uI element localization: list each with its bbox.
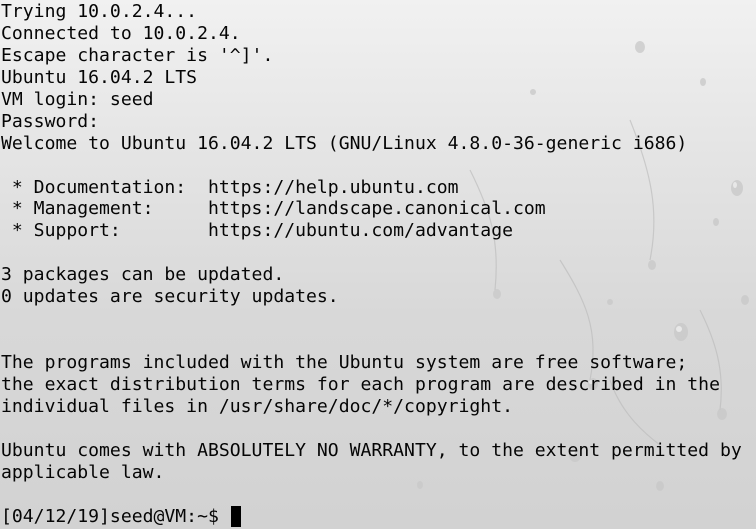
terminal-line: Password: bbox=[1, 110, 100, 132]
terminal-line: Connected to 10.0.2.4. bbox=[1, 22, 241, 44]
terminal-line: The programs included with the Ubuntu sy… bbox=[1, 352, 688, 373]
terminal-line: Welcome to Ubuntu 16.04.2 LTS (GNU/Linux… bbox=[1, 132, 688, 154]
terminal-line: * Support: https://ubuntu.com/advantage bbox=[1, 220, 513, 242]
terminal-line: Trying 10.0.2.4... bbox=[1, 1, 198, 22]
shell-prompt-line[interactable]: [04/12/19]seed@VM:~$ bbox=[1, 506, 756, 528]
terminal-line: applicable law. bbox=[1, 461, 165, 483]
terminal-line: Ubuntu comes with ABSOLUTELY NO WARRANTY… bbox=[1, 439, 742, 461]
terminal-line: * Documentation: https://help.ubuntu.com bbox=[1, 176, 459, 198]
terminal-line: Ubuntu 16.04.2 LTS bbox=[1, 66, 198, 88]
terminal-line: * Management: https://landscape.canonica… bbox=[1, 198, 546, 220]
terminal-line: 0 updates are security updates. bbox=[1, 286, 339, 308]
terminal-line: VM login: seed bbox=[1, 88, 154, 110]
terminal-output[interactable]: Trying 10.0.2.4... Connected to 10.0.2.4… bbox=[1, 1, 756, 528]
terminal-line: individual files in /usr/share/doc/*/cop… bbox=[1, 395, 513, 417]
terminal-line: Escape character is '^]'. bbox=[1, 44, 274, 66]
terminal-line: the exact distribution terms for each pr… bbox=[1, 373, 720, 395]
shell-prompt: [04/12/19]seed@VM:~$ bbox=[1, 505, 230, 527]
terminal-cursor[interactable] bbox=[230, 506, 241, 528]
terminal-line: 3 packages can be updated. bbox=[1, 264, 285, 286]
